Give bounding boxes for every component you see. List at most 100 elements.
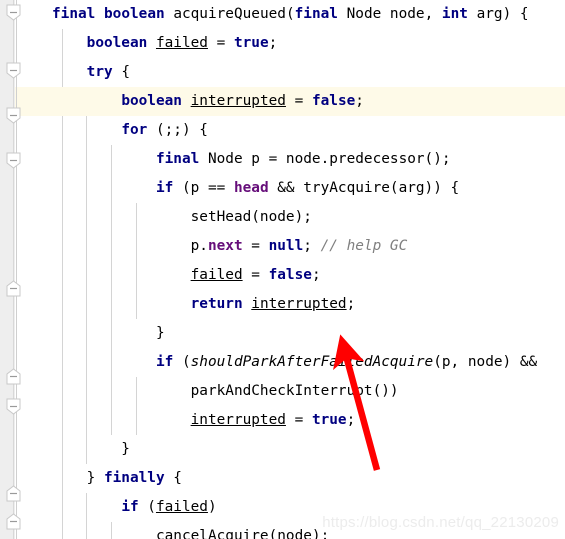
code-token-loc: failed bbox=[155, 499, 208, 515]
code-token-pln: } bbox=[52, 441, 130, 457]
code-line-text: } bbox=[52, 319, 165, 348]
fold-box-icon bbox=[6, 4, 21, 21]
code-line[interactable]: final boolean acquireQueued(final Node n… bbox=[0, 0, 565, 29]
code-line[interactable]: if (p == head && tryAcquire(arg)) { bbox=[0, 174, 565, 203]
code-token-pln: parkAndCheckInterrupt()) bbox=[52, 383, 399, 399]
fold-marker-try-close[interactable] bbox=[6, 485, 21, 502]
fold-box-icon bbox=[6, 398, 21, 415]
code-line-text: } bbox=[52, 435, 130, 464]
code-line-text: p.next = null; // help GC bbox=[52, 232, 408, 261]
fold-marker-if-close[interactable] bbox=[6, 280, 21, 297]
code-token-kw: false bbox=[268, 267, 312, 283]
code-line[interactable]: if (shouldParkAfterFailedAcquire(p, node… bbox=[0, 348, 565, 377]
code-token-kw: int bbox=[441, 6, 468, 22]
code-token-kw: false bbox=[311, 93, 356, 109]
fold-marker-try[interactable] bbox=[6, 62, 21, 79]
code-token-kw: true bbox=[233, 35, 269, 51]
fold-box-icon bbox=[6, 62, 21, 79]
fold-box-icon bbox=[6, 107, 21, 124]
code-token-kw: if bbox=[155, 180, 174, 196]
code-token-pln: } bbox=[52, 470, 104, 486]
code-line[interactable]: boolean interrupted = false; bbox=[0, 87, 565, 116]
code-token-loc: interrupted bbox=[190, 412, 286, 428]
fold-marker-method-close[interactable] bbox=[6, 513, 21, 530]
code-line[interactable]: for (;;) { bbox=[0, 116, 565, 145]
code-token-pln: ( bbox=[173, 354, 191, 370]
code-token-pln: arg) { bbox=[467, 6, 529, 22]
code-token-pln bbox=[52, 180, 156, 196]
code-token-pln: Node p = node.predecessor(); bbox=[199, 151, 451, 167]
code-token-kw: return bbox=[190, 296, 243, 312]
code-token-fld: head bbox=[233, 180, 269, 196]
code-token-kw: boolean bbox=[104, 6, 165, 22]
code-token-pln: && tryAcquire(arg)) { bbox=[268, 180, 460, 196]
code-token-stat: shouldParkAfterFailedAcquire bbox=[190, 354, 434, 370]
code-line[interactable]: failed = false; bbox=[0, 261, 565, 290]
code-line-text: final boolean acquireQueued(final Node n… bbox=[52, 0, 529, 29]
code-token-pln: ; bbox=[303, 238, 321, 254]
code-line-text: } finally { bbox=[52, 464, 182, 493]
code-line[interactable]: } bbox=[0, 435, 565, 464]
code-token-pln: acquireQueued( bbox=[164, 6, 295, 22]
code-token-pln bbox=[52, 93, 121, 109]
code-token-pln: (p, node) && bbox=[433, 354, 538, 370]
code-line[interactable]: parkAndCheckInterrupt()) bbox=[0, 377, 565, 406]
watermark-text: https://blog.csdn.net/qq_22130209 bbox=[322, 514, 559, 531]
code-token-pln bbox=[52, 122, 121, 138]
code-token-pln: ; bbox=[346, 296, 356, 312]
code-token-pln: cancelAcquire(node); bbox=[52, 528, 330, 539]
code-token-pln bbox=[52, 296, 191, 312]
code-token-pln: = bbox=[242, 238, 269, 254]
code-token-kw: try bbox=[86, 64, 113, 80]
code-line-text: setHead(node); bbox=[52, 203, 312, 232]
code-token-kw: boolean bbox=[86, 35, 148, 51]
code-token-kw: for bbox=[121, 122, 148, 138]
code-editor-view: final boolean acquireQueued(final Node n… bbox=[0, 0, 565, 539]
code-token-pln: (;;) { bbox=[147, 122, 208, 138]
code-line[interactable]: setHead(node); bbox=[0, 203, 565, 232]
code-token-pln: = bbox=[285, 93, 312, 109]
code-line[interactable]: } bbox=[0, 319, 565, 348]
code-line[interactable]: return interrupted; bbox=[0, 290, 565, 319]
code-line[interactable]: } finally { bbox=[0, 464, 565, 493]
fold-marker-method[interactable] bbox=[6, 4, 21, 21]
code-token-pln bbox=[147, 35, 156, 51]
fold-marker-if-head[interactable] bbox=[6, 152, 21, 169]
code-line[interactable]: p.next = null; // help GC bbox=[0, 232, 565, 261]
code-token-pln bbox=[95, 6, 104, 22]
code-line-text: cancelAcquire(node); bbox=[52, 522, 329, 539]
code-line-text: for (;;) { bbox=[52, 116, 208, 145]
code-line[interactable]: try { bbox=[0, 58, 565, 87]
fold-marker-if-park[interactable] bbox=[6, 368, 21, 385]
code-token-kw: if bbox=[155, 354, 174, 370]
fold-marker-finally[interactable] bbox=[6, 398, 21, 415]
code-token-kw: final bbox=[52, 6, 96, 22]
fold-box-icon bbox=[6, 485, 21, 502]
code-line-text: if (p == head && tryAcquire(arg)) { bbox=[52, 174, 459, 203]
code-line[interactable]: interrupted = true; bbox=[0, 406, 565, 435]
code-token-loc: interrupted bbox=[251, 296, 347, 312]
code-token-loc: interrupted bbox=[190, 93, 286, 109]
code-token-kw: boolean bbox=[121, 93, 182, 109]
code-token-pln: { bbox=[112, 64, 130, 80]
code-token-kw: final bbox=[155, 151, 200, 167]
fold-box-icon bbox=[6, 280, 21, 297]
code-content[interactable]: final boolean acquireQueued(final Node n… bbox=[0, 0, 565, 539]
fold-marker-for[interactable] bbox=[6, 107, 21, 124]
code-token-pln: ) bbox=[207, 499, 217, 515]
code-line-text: failed = false; bbox=[52, 261, 321, 290]
fold-box-icon bbox=[6, 513, 21, 530]
code-line-text: final Node p = node.predecessor(); bbox=[52, 145, 451, 174]
code-token-pln: = bbox=[242, 267, 269, 283]
code-token-kw: final bbox=[294, 6, 338, 22]
code-token-pln: ; bbox=[346, 412, 356, 428]
code-token-pln bbox=[52, 354, 156, 370]
code-line-text: if (failed) bbox=[52, 493, 217, 522]
code-line[interactable]: boolean failed = true; bbox=[0, 29, 565, 58]
code-line-text: boolean failed = true; bbox=[52, 29, 278, 58]
code-token-kw: if bbox=[121, 499, 139, 515]
fold-box-icon bbox=[6, 368, 21, 385]
code-token-pln: setHead(node); bbox=[52, 209, 312, 225]
code-token-pln: } bbox=[52, 325, 165, 341]
code-line[interactable]: final Node p = node.predecessor(); bbox=[0, 145, 565, 174]
